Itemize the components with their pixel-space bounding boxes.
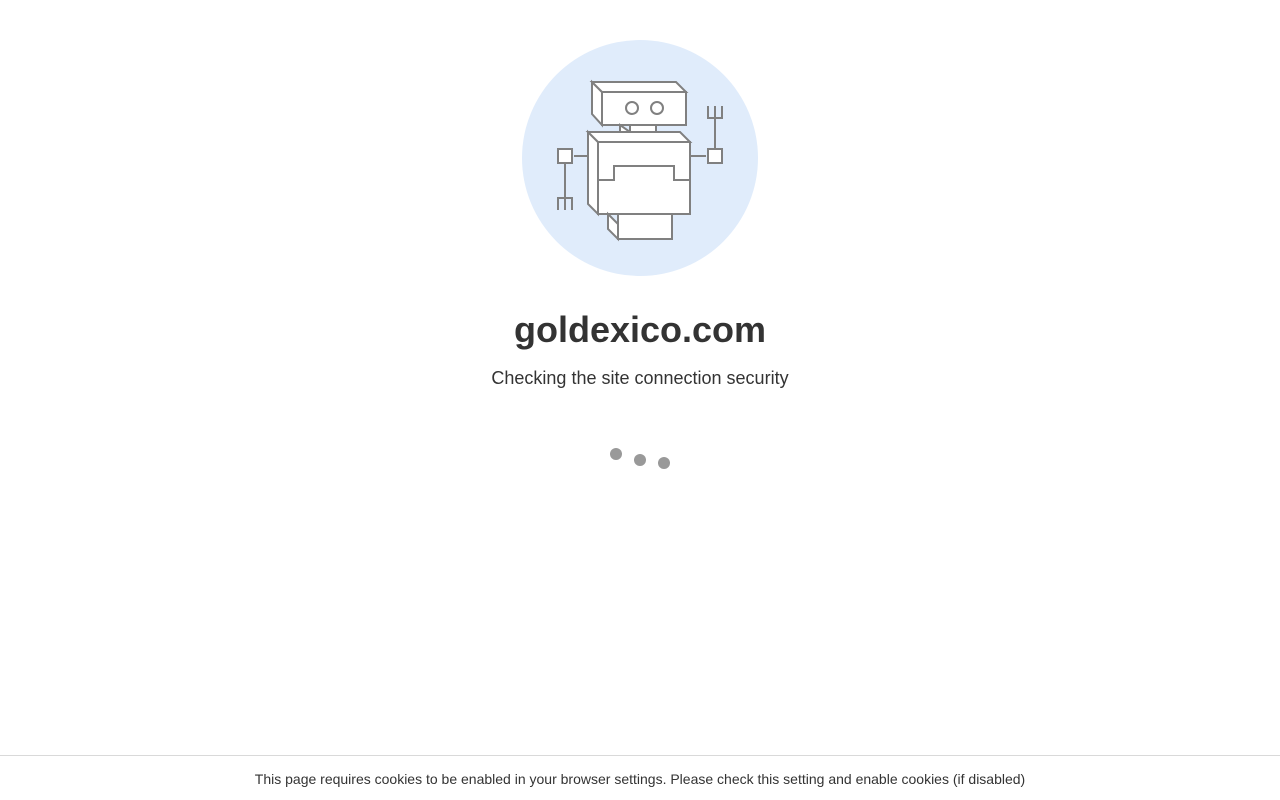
site-domain-title: goldexico.com (513, 309, 767, 350)
cookie-footer: This page requires cookies to be enabled… (0, 755, 1280, 800)
security-check-page: goldexico.com Checking the site connecti… (0, 0, 1280, 800)
loading-dot (634, 454, 646, 466)
loading-dot (658, 457, 670, 469)
loading-dot (610, 448, 622, 460)
cookie-notice: This page requires cookies to be enabled… (254, 771, 1026, 787)
loading-dots-icon (0, 440, 1280, 480)
robot-icon (522, 40, 758, 276)
security-check-status: Checking the site connection security (491, 368, 789, 388)
robot-illustration (522, 40, 758, 276)
